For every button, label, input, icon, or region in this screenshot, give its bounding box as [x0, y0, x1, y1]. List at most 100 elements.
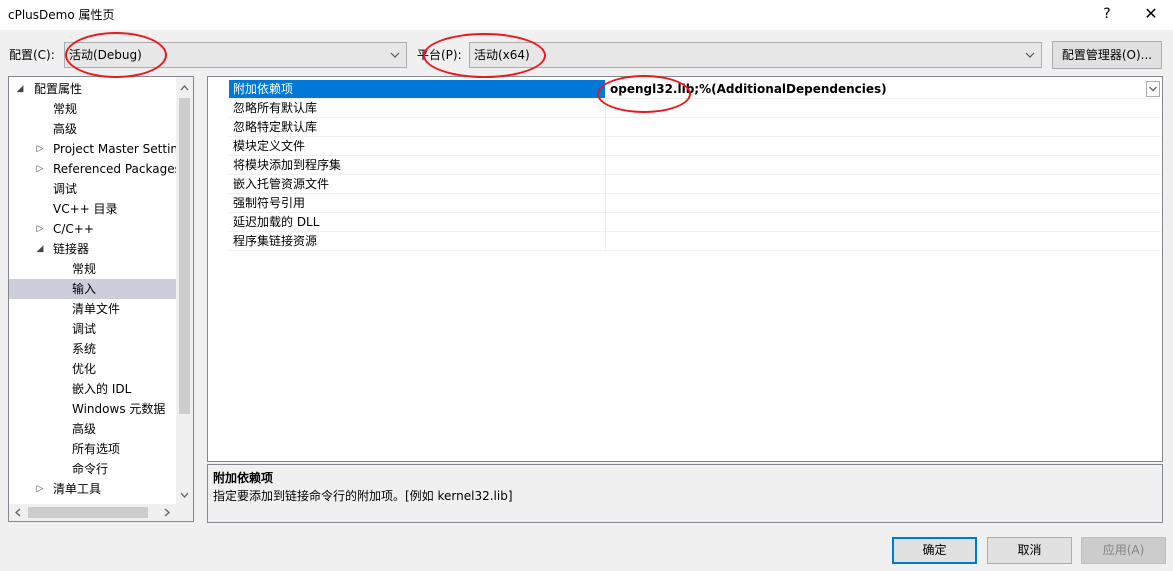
- tree-item[interactable]: ▷ Referenced Packages: [9, 159, 176, 179]
- tree-item[interactable]: ▷ C/C++: [9, 219, 176, 239]
- property-value[interactable]: [606, 232, 1161, 250]
- tree-item-label: 输入: [72, 282, 97, 296]
- scroll-right-icon[interactable]: [161, 507, 173, 518]
- collapse-arrow-icon[interactable]: ◢: [15, 79, 25, 99]
- tree-item-label: 清单文件: [72, 302, 121, 316]
- cancel-button[interactable]: 取消: [987, 537, 1072, 564]
- tree-item[interactable]: 调试: [9, 179, 176, 199]
- tree-item-label: 优化: [72, 362, 97, 376]
- tree-horizontal-scroll-thumb[interactable]: [28, 507, 148, 518]
- platform-value: 活动(x64): [474, 48, 530, 62]
- window-title: cPlusDemo 属性页: [8, 8, 115, 22]
- property-name[interactable]: 附加依赖项: [229, 80, 606, 98]
- property-name[interactable]: 强制符号引用: [229, 194, 606, 212]
- help-button[interactable]: ?: [1092, 2, 1122, 26]
- chevron-down-icon: [390, 52, 400, 58]
- config-combo[interactable]: 活动(Debug): [64, 42, 407, 68]
- tree-item-label: 清单工具: [53, 482, 102, 496]
- tree-item[interactable]: 高级: [9, 119, 176, 139]
- tree-item-label: Project Master Settings: [53, 142, 176, 156]
- tree-item-label: Referenced Packages: [53, 162, 176, 176]
- apply-button[interactable]: 应用(A): [1081, 537, 1166, 564]
- platform-label: 平台(P):: [417, 48, 462, 62]
- property-row[interactable]: 强制符号引用: [229, 194, 1161, 213]
- description-text: 指定要添加到链接命令行的附加项。[例如 kernel32.lib]: [213, 489, 513, 503]
- tree-item[interactable]: ◢ 链接器: [9, 239, 176, 259]
- tree-item[interactable]: 嵌入的 IDL: [9, 379, 176, 399]
- expand-arrow-icon[interactable]: ▷: [35, 139, 45, 159]
- property-value[interactable]: [606, 213, 1161, 231]
- tree-item[interactable]: 清单文件: [9, 299, 176, 319]
- property-value[interactable]: [606, 194, 1161, 212]
- tree-item[interactable]: 系统: [9, 339, 176, 359]
- tree-item[interactable]: 调试: [9, 319, 176, 339]
- property-name[interactable]: 嵌入托管资源文件: [229, 175, 606, 193]
- tree-items: ◢配置属性常规高级▷Project Master Settings▷Refere…: [9, 79, 176, 504]
- tree-item-label: 链接器: [53, 242, 90, 256]
- property-name[interactable]: 程序集链接资源: [229, 232, 606, 250]
- tree-item-label: 命令行: [72, 462, 109, 476]
- description-title: 附加依赖项: [213, 471, 274, 485]
- tree-item-label: C/C++: [53, 222, 94, 236]
- property-value[interactable]: opengl32.lib;%(AdditionalDependencies): [606, 80, 1161, 98]
- tree-item-label: 高级: [72, 422, 97, 436]
- expand-arrow-icon[interactable]: ▷: [35, 159, 45, 179]
- tree-item[interactable]: 常规: [9, 99, 176, 119]
- tree-item[interactable]: VC++ 目录: [9, 199, 176, 219]
- tree-item-label: 常规: [72, 262, 97, 276]
- tree-item[interactable]: ▷ Project Master Settings: [9, 139, 176, 159]
- tree-item[interactable]: ◢ 配置属性: [9, 79, 176, 99]
- property-name[interactable]: 忽略特定默认库: [229, 118, 606, 136]
- property-name[interactable]: 忽略所有默认库: [229, 99, 606, 117]
- tree-item-label: 高级: [53, 122, 78, 136]
- property-value[interactable]: [606, 156, 1161, 174]
- property-value[interactable]: [606, 99, 1161, 117]
- scroll-left-icon[interactable]: [12, 507, 24, 518]
- tree-item-label: Windows 元数据: [72, 402, 166, 416]
- property-row[interactable]: 延迟加载的 DLL: [229, 213, 1161, 232]
- tree-item[interactable]: 高级: [9, 419, 176, 439]
- property-row[interactable]: 附加依赖项 opengl32.lib;%(AdditionalDependenci…: [229, 80, 1161, 99]
- config-label: 配置(C):: [9, 48, 55, 62]
- title-bar: [0, 0, 1173, 30]
- tree-item[interactable]: ▷ 清单工具: [9, 479, 176, 499]
- tree-item-label: 所有选项: [72, 442, 121, 456]
- property-value[interactable]: [606, 175, 1161, 193]
- tree-item-label: 常规: [53, 102, 78, 116]
- chevron-down-icon: [1025, 52, 1035, 58]
- tree-item[interactable]: Windows 元数据: [9, 399, 176, 419]
- tree-vertical-scroll-thumb[interactable]: [179, 98, 190, 414]
- tree-item-label: 调试: [72, 322, 97, 336]
- tree-item[interactable]: 优化: [9, 359, 176, 379]
- tree-item[interactable]: 所有选项: [9, 439, 176, 459]
- expand-arrow-icon[interactable]: ▷: [35, 219, 45, 239]
- scroll-down-icon[interactable]: [179, 489, 190, 501]
- property-name[interactable]: 延迟加载的 DLL: [229, 213, 606, 231]
- config-manager-button[interactable]: 配置管理器(O)...: [1052, 41, 1162, 69]
- expand-arrow-icon[interactable]: ▷: [35, 479, 45, 499]
- property-row[interactable]: 嵌入托管资源文件: [229, 175, 1161, 194]
- scroll-up-icon[interactable]: [179, 82, 190, 94]
- property-name[interactable]: 将模块添加到程序集: [229, 156, 606, 174]
- collapse-arrow-icon[interactable]: ◢: [35, 239, 45, 259]
- tree-item[interactable]: 常规: [9, 259, 176, 279]
- property-row[interactable]: 忽略所有默认库: [229, 99, 1161, 118]
- property-row[interactable]: 将模块添加到程序集: [229, 156, 1161, 175]
- property-row[interactable]: 忽略特定默认库: [229, 118, 1161, 137]
- tree-item[interactable]: 输入: [9, 279, 176, 299]
- ok-button[interactable]: 确定: [892, 537, 977, 564]
- tree-item-label: 配置属性: [34, 82, 83, 96]
- value-dropdown-chevron-icon[interactable]: [1146, 81, 1160, 97]
- close-button[interactable]: ✕: [1136, 2, 1166, 26]
- property-value[interactable]: [606, 137, 1161, 155]
- property-row[interactable]: 模块定义文件: [229, 137, 1161, 156]
- tree-item[interactable]: 命令行: [9, 459, 176, 479]
- tree-item-label: 嵌入的 IDL: [72, 382, 132, 396]
- property-name[interactable]: 模块定义文件: [229, 137, 606, 155]
- config-value: 活动(Debug): [69, 48, 142, 62]
- tree-item-label: 调试: [53, 182, 78, 196]
- property-value[interactable]: [606, 118, 1161, 136]
- platform-combo[interactable]: 活动(x64): [469, 42, 1042, 68]
- property-row[interactable]: 程序集链接资源: [229, 232, 1161, 251]
- tree-item-label: VC++ 目录: [53, 202, 118, 216]
